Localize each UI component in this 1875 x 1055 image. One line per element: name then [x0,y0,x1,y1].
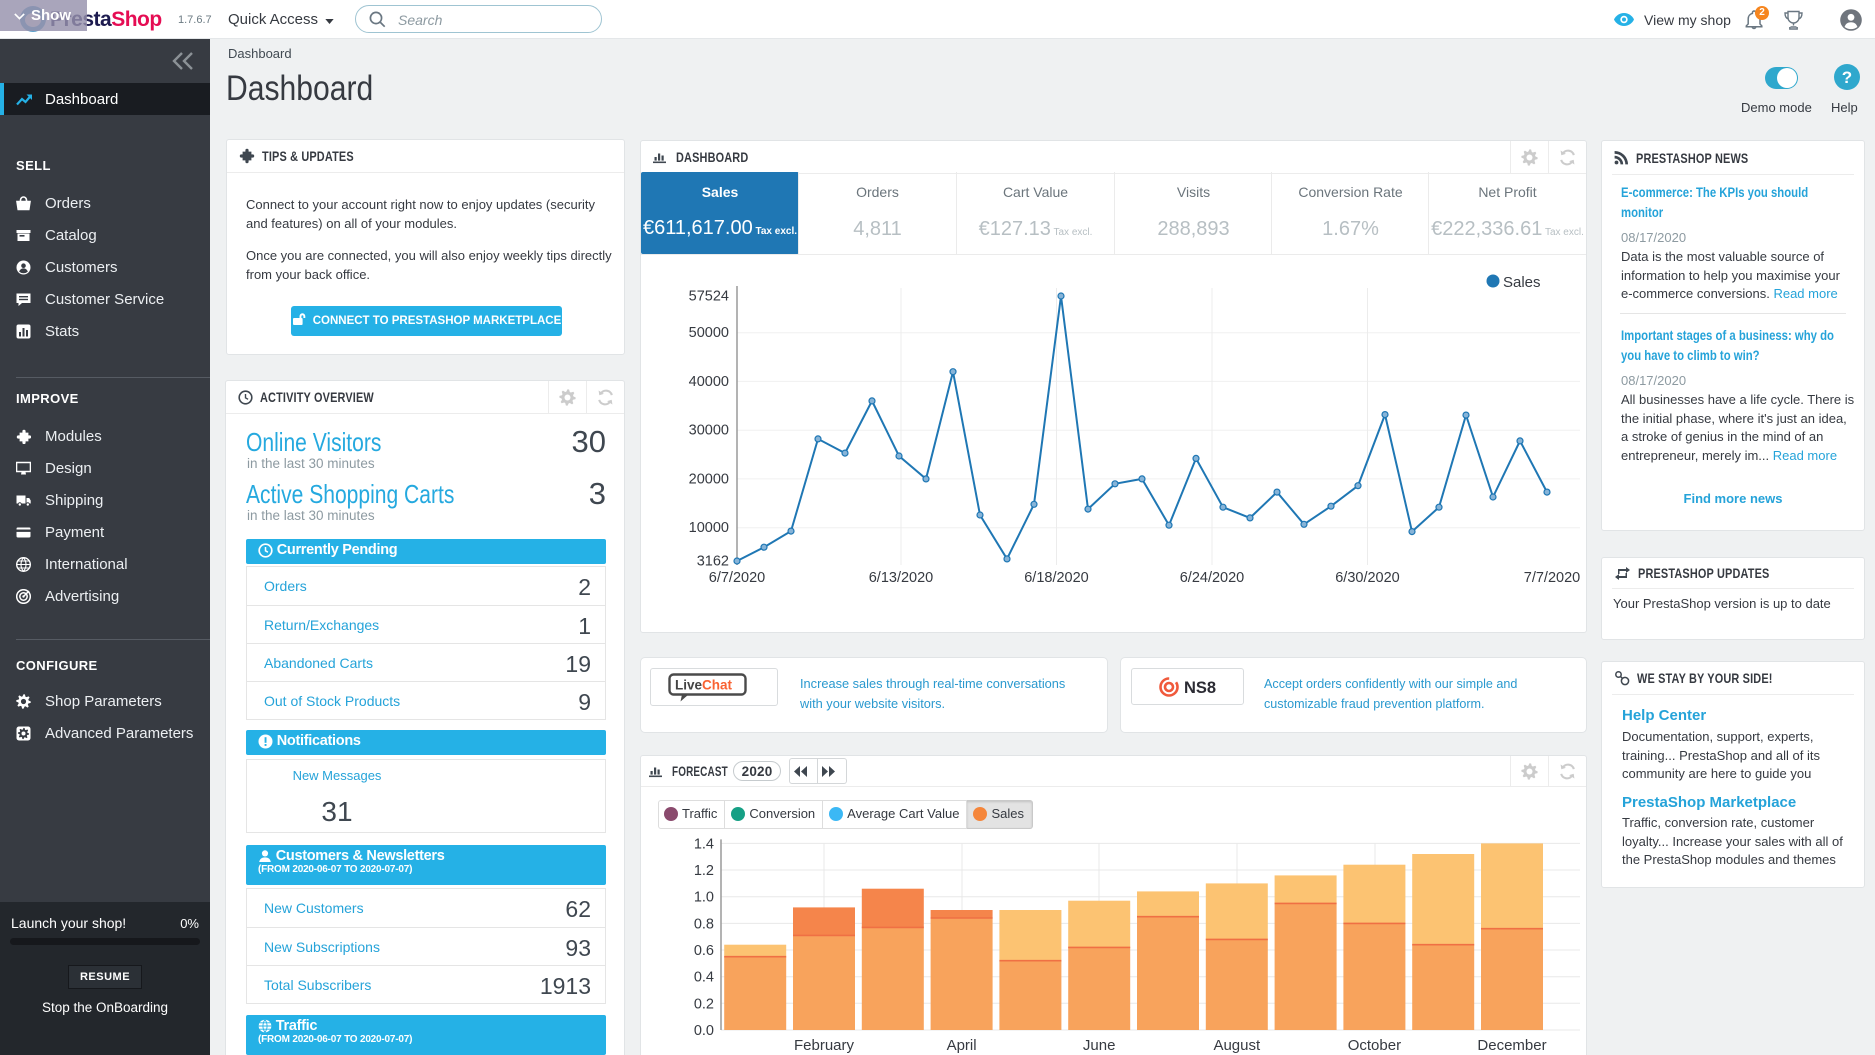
svg-text:August: August [1213,1037,1261,1054]
svg-text:April: April [947,1037,977,1054]
svg-text:0.2: 0.2 [694,996,714,1012]
svg-text:6/24/2020: 6/24/2020 [1180,570,1245,586]
svg-text:February: February [794,1037,855,1054]
svg-text:40000: 40000 [689,374,729,390]
svg-text:?: ? [1842,68,1852,87]
svg-text:7/7/2020: 7/7/2020 [1524,570,1580,586]
svg-text:57524: 57524 [689,289,729,305]
svg-text:50000: 50000 [689,325,729,341]
svg-text:NS8: NS8 [1184,679,1216,697]
svg-text:30000: 30000 [689,423,729,439]
svg-text:0.0: 0.0 [694,1023,714,1039]
svg-text:1.2: 1.2 [694,863,714,879]
svg-text:0.8: 0.8 [694,916,714,932]
svg-text:10000: 10000 [689,520,729,536]
svg-text:December: December [1477,1037,1546,1054]
svg-text:1.4: 1.4 [694,836,714,852]
svg-text:LiveChat: LiveChat [675,678,733,693]
svg-text:1.0: 1.0 [694,890,714,906]
svg-text:6/18/2020: 6/18/2020 [1024,570,1089,586]
svg-text:6/30/2020: 6/30/2020 [1335,570,1400,586]
svg-text:0.4: 0.4 [694,970,714,986]
svg-text:June: June [1083,1037,1116,1054]
svg-text:3162: 3162 [697,554,729,570]
svg-text:6/7/2020: 6/7/2020 [709,570,765,586]
svg-text:20000: 20000 [689,471,729,487]
svg-text:October: October [1348,1037,1401,1054]
svg-text:0.6: 0.6 [694,943,714,959]
svg-text:6/13/2020: 6/13/2020 [869,570,934,586]
svg-text:Sales: Sales [1503,274,1541,291]
